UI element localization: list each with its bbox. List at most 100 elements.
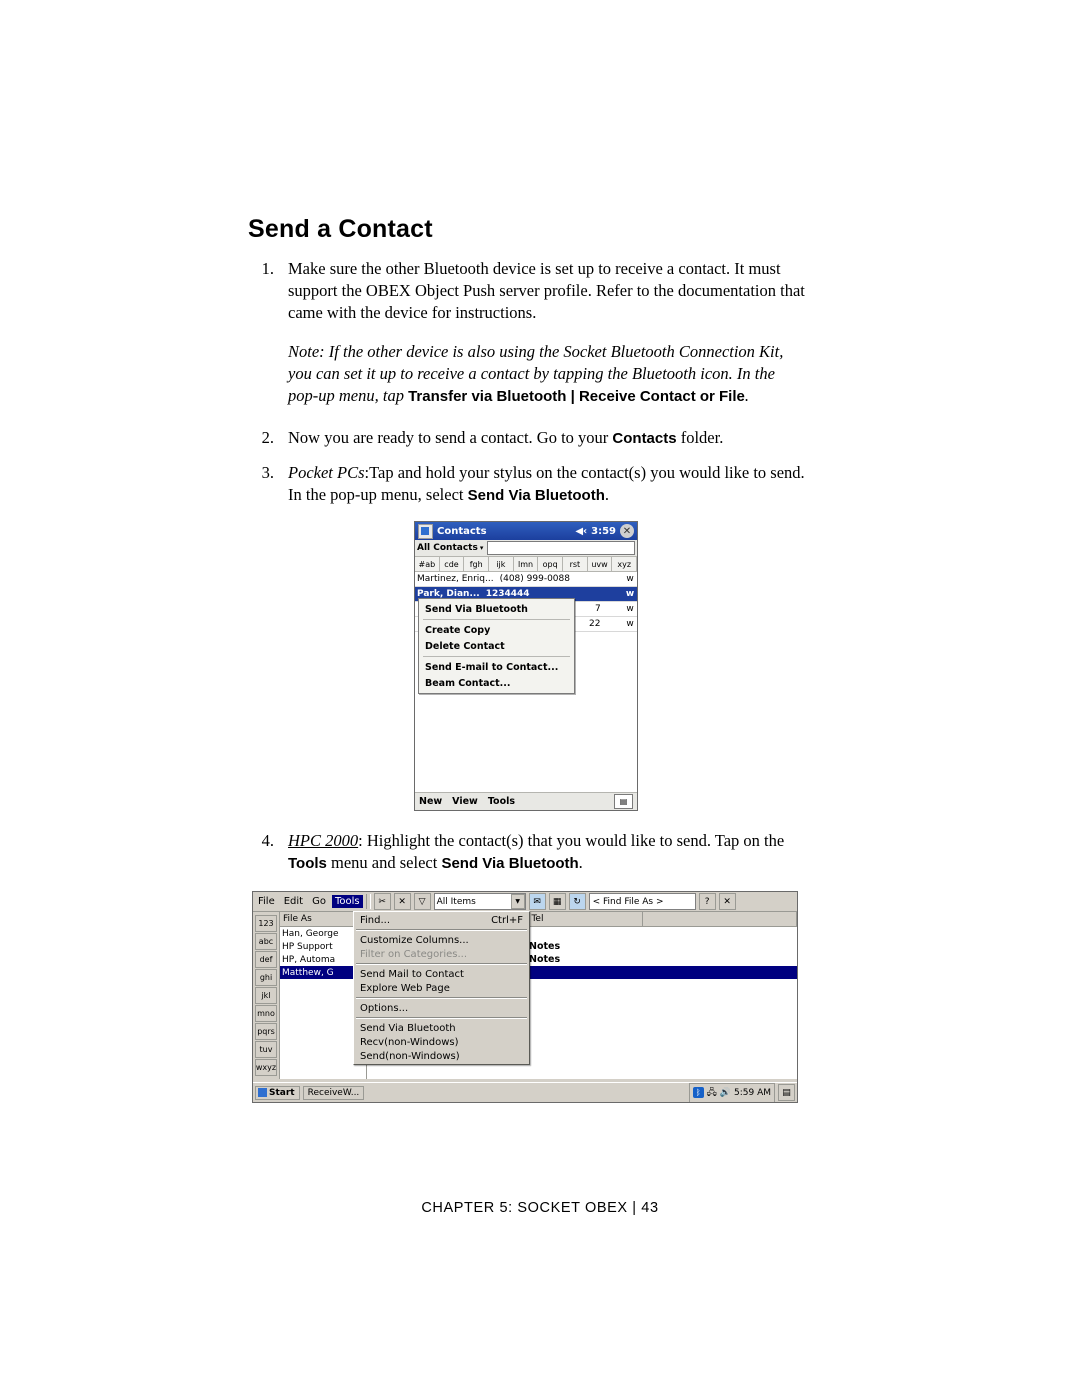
cut-icon[interactable]: ✂ [373, 893, 391, 910]
ppc-alpha-tab[interactable]: opq [538, 557, 564, 571]
ppc-alpha-tab[interactable]: cde [439, 557, 465, 571]
hpc-toolbar: File Edit Go Tools ✂ ✕ ▽ All Items ▼ ✉ ▦… [253, 892, 797, 912]
menu-item-delete-contact[interactable]: Delete Contact [419, 638, 574, 654]
step-2-bold: Contacts [612, 429, 677, 447]
contact-type: w [626, 604, 634, 614]
step-2-text-post: folder. [676, 427, 724, 447]
menu-item-customize-columns[interactable]: Customize Columns... [354, 933, 529, 947]
keyboard-icon[interactable]: ▤ [778, 1084, 795, 1101]
alpha-key[interactable]: wxyz [255, 1059, 277, 1076]
ppc-new-button[interactable]: New [419, 796, 442, 807]
ppc-alpha-tab[interactable]: uvw [587, 557, 613, 571]
ppc-view-button[interactable]: View [452, 796, 478, 807]
alpha-key[interactable]: pqrs [255, 1023, 277, 1040]
menu-item-beam-contact[interactable]: Beam Contact... [419, 675, 574, 691]
ppc-context-menu: Send Via Bluetooth Create Copy Delete Co… [418, 598, 575, 694]
menu-item-recv-non-windows[interactable]: Recv(non-Windows) [354, 1035, 529, 1049]
chevron-down-icon[interactable]: ▼ [510, 894, 525, 909]
menu-item-send-email-to-contact[interactable]: Send E-mail to Contact... [419, 659, 574, 675]
ppc-command-bar: New View Tools ▤ [415, 792, 637, 810]
bluetooth-icon[interactable]: ᛒ [692, 1087, 704, 1098]
help-button[interactable]: ? [698, 893, 716, 910]
menu-file[interactable]: File [255, 895, 278, 908]
step-4-underline: HPC 2000 [288, 831, 359, 850]
keyboard-icon[interactable]: ▤ [614, 794, 633, 809]
ppc-alpha-tab[interactable]: xyz [612, 557, 637, 571]
delete-icon[interactable]: ✕ [393, 893, 411, 910]
windows-logo-icon [418, 523, 433, 539]
menu-item-create-copy[interactable]: Create Copy [419, 622, 574, 638]
close-icon[interactable]: ✕ [620, 524, 634, 538]
column-header-extra[interactable] [643, 912, 797, 926]
menu-item-accelerator: Ctrl+F [491, 914, 523, 926]
ppc-alpha-tab[interactable]: ijk [489, 557, 514, 571]
step-4-text-pre: : Highlight the contact(s) that you woul… [358, 831, 785, 850]
menu-item-filter-on-categories: Filter on Categories... [360, 948, 468, 960]
find-combo[interactable]: < Find File As > [588, 893, 696, 910]
menu-item-send-via-bluetooth[interactable]: Send Via Bluetooth [419, 601, 574, 617]
ppc-contact-list: Martinez, Enriq... (408) 999-0088 w Park… [415, 572, 637, 790]
menu-item-options[interactable]: Options... [354, 1001, 529, 1015]
network-icon[interactable]: 🖧 [707, 1085, 717, 1101]
menu-edit[interactable]: Edit [281, 895, 306, 908]
document-body-2: 4. HPC 2000: Highlight the contact(s) th… [248, 830, 808, 888]
ppc-tools-button[interactable]: Tools [488, 796, 515, 807]
globe-icon[interactable]: ✉ [528, 893, 546, 910]
alpha-key[interactable]: 123 [255, 915, 277, 932]
menu-go[interactable]: Go [309, 895, 329, 908]
contact-type: w [626, 619, 634, 629]
grid-icon[interactable]: ▦ [548, 893, 566, 910]
menu-item-explore-web-page[interactable]: Explore Web Page [354, 981, 529, 995]
step-4: 4. HPC 2000: Highlight the contact(s) th… [248, 830, 808, 874]
close-icon[interactable]: ✕ [718, 893, 736, 910]
alpha-key[interactable]: abc [255, 933, 277, 950]
alpha-key[interactable]: mno [255, 1005, 277, 1022]
speaker-icon[interactable]: ◀‹ [575, 526, 587, 537]
view-combo[interactable]: All Items ▼ [433, 893, 526, 910]
step-3-number: 3. [261, 463, 274, 483]
document-body: Send a Contact 1. Make sure the other Bl… [248, 215, 808, 520]
ppc-alpha-tab[interactable]: fgh [464, 557, 490, 571]
refresh-icon[interactable]: ↻ [568, 893, 586, 910]
ppc-alpha-tab[interactable]: rst [563, 557, 588, 571]
filter-icon[interactable]: ▽ [413, 893, 431, 910]
contact-type: w [626, 574, 634, 584]
ppc-search-input[interactable] [487, 541, 635, 555]
taskbar-clock: 5:59 AM [734, 1087, 771, 1098]
step-3: 3. Pocket PCs:Tap and hold your stylus o… [248, 462, 808, 506]
step-2-number: 2. [261, 427, 274, 447]
start-button[interactable]: Start [255, 1085, 300, 1100]
menu-tools[interactable]: Tools [331, 895, 363, 908]
menu-item-send-mail-to-contact[interactable]: Send Mail to Contact [354, 967, 529, 981]
contact-name: Martinez, Enriq... [417, 574, 494, 584]
note-bold: Transfer via Bluetooth | Receive Contact… [408, 387, 745, 405]
hpc-screenshot: File Edit Go Tools ✂ ✕ ▽ All Items ▼ ✉ ▦… [252, 891, 798, 1103]
step-4-text-mid: menu and select [326, 852, 442, 872]
note-paragraph: Note: If the other device is also using … [288, 341, 808, 406]
menu-item-find[interactable]: Find... Ctrl+F [354, 913, 529, 927]
steps-list-2: 2. Now you are ready to send a contact. … [248, 427, 808, 506]
contact-phone: 7 [595, 604, 601, 614]
alpha-key[interactable]: ghi [255, 969, 277, 986]
chevron-down-icon[interactable]: ▾ [480, 544, 484, 552]
step-4-bold-2: Send Via Bluetooth [441, 854, 579, 872]
steps-list: 1. Make sure the other Bluetooth device … [248, 258, 808, 323]
alpha-key[interactable]: def [255, 951, 277, 968]
ppc-alpha-tab[interactable]: #ab [415, 557, 440, 571]
alpha-key[interactable]: jkl [255, 987, 277, 1004]
page: Send a Contact 1. Make sure the other Bl… [0, 0, 1080, 1397]
volume-icon[interactable]: 🔊 [720, 1088, 731, 1098]
step-4-bold-1: Tools [288, 854, 327, 872]
alpha-key[interactable]: tuv [255, 1041, 277, 1058]
step-2: 2. Now you are ready to send a contact. … [248, 427, 808, 449]
taskbar-item[interactable]: ReceiveW... [302, 1085, 365, 1100]
ppc-filter-label[interactable]: All Contacts [417, 543, 478, 553]
steps-list-3: 4. HPC 2000: Highlight the contact(s) th… [248, 830, 808, 874]
ppc-alpha-tab[interactable]: lmn [513, 557, 539, 571]
windows-flag-icon [258, 1088, 267, 1097]
menu-item-send-non-windows[interactable]: Send(non-Windows) [354, 1049, 529, 1063]
page-footer: CHAPTER 5: SOCKET OBEX | 43 [421, 1200, 659, 1216]
pocketpc-screenshot: Contacts ◀‹ 3:59 ✕ All Contacts ▾ #ab cd… [414, 521, 638, 811]
list-item[interactable]: Martinez, Enriq... (408) 999-0088 w [415, 572, 637, 587]
menu-item-send-via-bluetooth[interactable]: Send Via Bluetooth [354, 1021, 529, 1035]
